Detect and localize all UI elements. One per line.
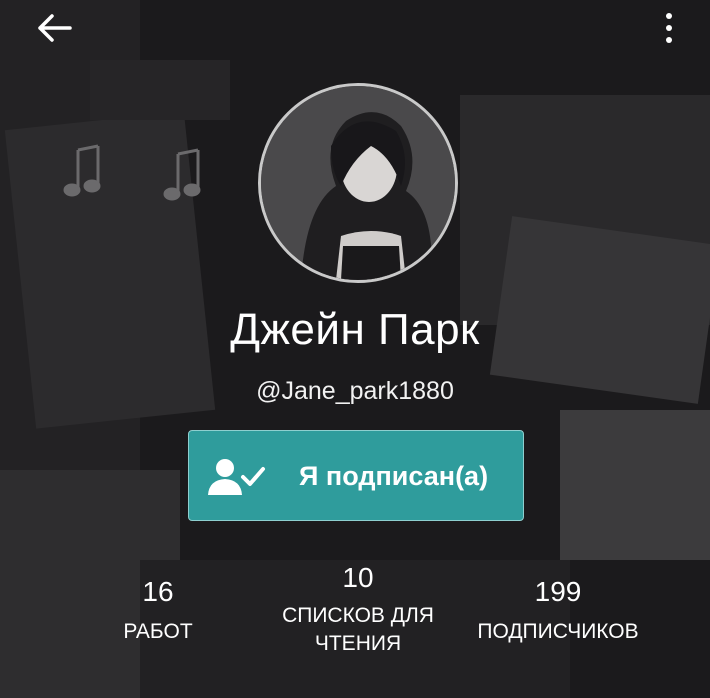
stat-reading-lists-label-line1: СПИСКОВ ДЛЯ	[282, 604, 434, 627]
music-note-decoration	[63, 144, 201, 201]
back-button[interactable]	[30, 8, 78, 48]
stat-reading-lists-label-line2: ЧТЕНИЯ	[314, 632, 402, 655]
stat-works-value: 16	[142, 576, 174, 607]
more-options-button[interactable]	[654, 8, 684, 48]
arrow-left-icon	[38, 14, 72, 42]
more-vertical-icon	[666, 13, 672, 43]
following-button[interactable]: Я подписан(а)	[188, 430, 524, 521]
avatar-image	[261, 86, 455, 280]
stat-works[interactable]: 16 РАБОТ	[98, 576, 218, 646]
stat-reading-lists-value: 10	[342, 562, 374, 593]
profile-name: Джейн Парк	[230, 305, 480, 354]
following-button-label: Я подписан(а)	[299, 461, 489, 491]
stat-works-label: РАБОТ	[123, 620, 193, 643]
stat-followers[interactable]: 199 ПОДПИСЧИКОВ	[462, 576, 654, 646]
profile-username: @Jane_park1880	[256, 377, 454, 405]
stat-followers-value: 199	[534, 576, 582, 607]
stat-followers-label: ПОДПИСЧИКОВ	[477, 620, 639, 643]
stat-reading-lists[interactable]: 10 СПИСКОВ ДЛЯ ЧТЕНИЯ	[258, 562, 458, 658]
user-check-icon	[208, 459, 265, 495]
top-bar	[0, 0, 710, 56]
avatar[interactable]	[258, 83, 458, 283]
